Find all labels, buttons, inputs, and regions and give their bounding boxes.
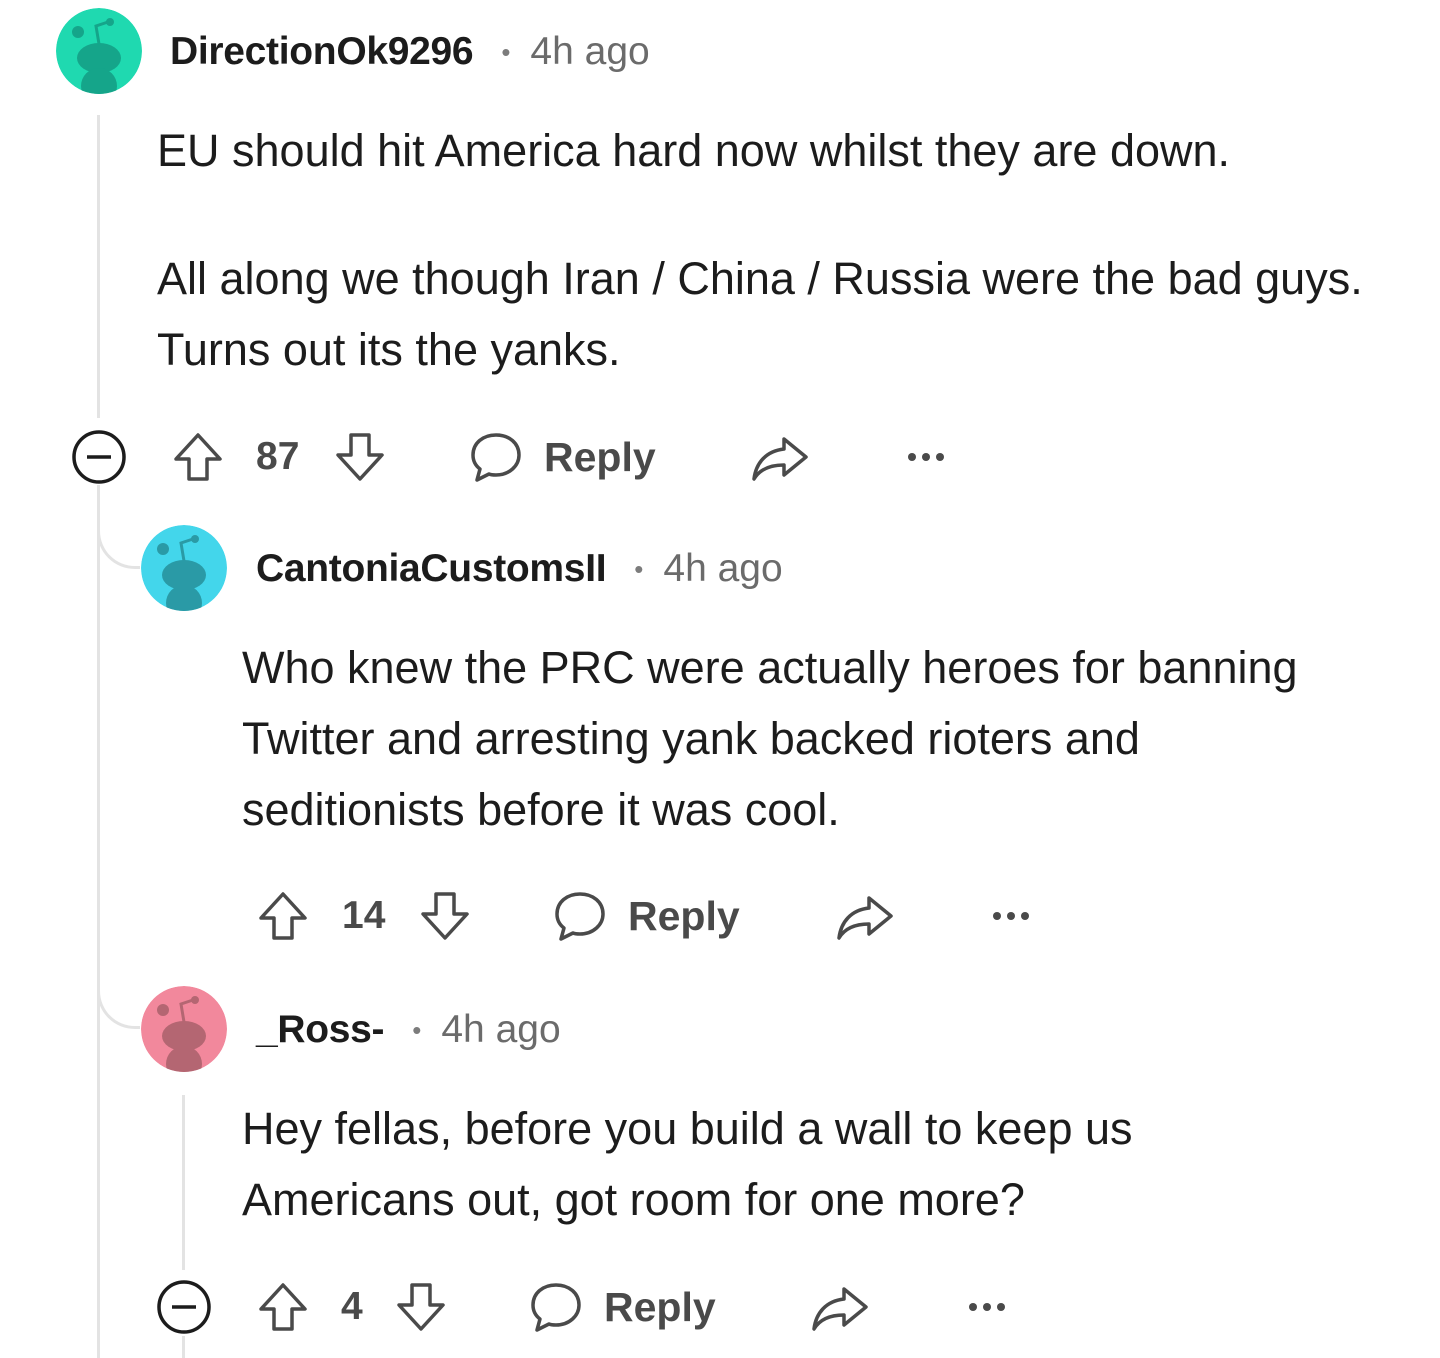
reply-icon <box>468 429 524 485</box>
comment-actions: 4 Reply <box>155 1275 1055 1339</box>
avatar-icon[interactable] <box>141 986 227 1072</box>
thread-line <box>182 1336 185 1358</box>
thread-line <box>97 485 100 1358</box>
username[interactable]: _Ross- <box>256 1008 385 1052</box>
comment-actions: 87 Reply <box>70 425 970 489</box>
avatar-icon[interactable] <box>56 8 142 94</box>
thread-line <box>182 1095 185 1270</box>
timestamp: 4h ago <box>530 30 650 73</box>
thread-branch <box>97 500 140 569</box>
reply-icon <box>552 888 608 944</box>
separator-dot: • <box>501 36 511 67</box>
comment-paragraph: Hey fellas, before you build a wall to k… <box>242 1103 1133 1225</box>
reply-label: Reply <box>544 433 656 480</box>
thread-line <box>97 115 100 418</box>
comment-body: EU should hit America hard now whilst th… <box>157 115 1397 385</box>
thread-branch <box>97 960 140 1029</box>
vote-count: 4 <box>341 1285 363 1328</box>
reply-button[interactable]: Reply <box>552 884 740 948</box>
timestamp: 4h ago <box>441 1008 561 1051</box>
share-icon[interactable] <box>810 1275 870 1339</box>
upvote-icon[interactable] <box>255 884 311 948</box>
more-options-icon[interactable] <box>991 884 1031 948</box>
share-icon[interactable] <box>835 884 895 948</box>
comment-actions: 14 Reply <box>255 884 1055 948</box>
share-icon[interactable] <box>750 425 810 489</box>
comment-paragraph: EU should hit America hard now whilst th… <box>157 125 1231 176</box>
downvote-icon[interactable] <box>332 425 388 489</box>
downvote-icon[interactable] <box>417 884 473 948</box>
separator-dot: • <box>634 553 644 584</box>
comment-paragraph: All along we though Iran / China / Russi… <box>157 253 1363 375</box>
more-options-icon[interactable] <box>967 1275 1007 1339</box>
reply-label: Reply <box>604 1283 716 1330</box>
separator-dot: • <box>412 1014 422 1045</box>
reply-icon <box>528 1279 584 1335</box>
reply-button[interactable]: Reply <box>468 425 656 489</box>
collapse-icon[interactable] <box>70 425 128 489</box>
reply-button[interactable]: Reply <box>528 1275 716 1339</box>
vote-count: 14 <box>342 894 386 937</box>
username[interactable]: CantoniaCustomsII <box>256 547 607 591</box>
upvote-icon[interactable] <box>170 425 226 489</box>
more-options-icon[interactable] <box>906 425 946 489</box>
reply-label: Reply <box>628 892 740 939</box>
upvote-icon[interactable] <box>255 1275 311 1339</box>
collapse-icon[interactable] <box>155 1275 213 1339</box>
downvote-icon[interactable] <box>393 1275 449 1339</box>
comment-body: Who knew the PRC were actually heroes fo… <box>242 632 1352 845</box>
vote-count: 87 <box>256 435 300 478</box>
comment-body: Hey fellas, before you build a wall to k… <box>242 1093 1282 1235</box>
comment-paragraph: Who knew the PRC were actually heroes fo… <box>242 642 1298 835</box>
username[interactable]: DirectionOk9296 <box>170 30 474 74</box>
timestamp: 4h ago <box>663 547 783 590</box>
avatar-icon[interactable] <box>141 525 227 611</box>
